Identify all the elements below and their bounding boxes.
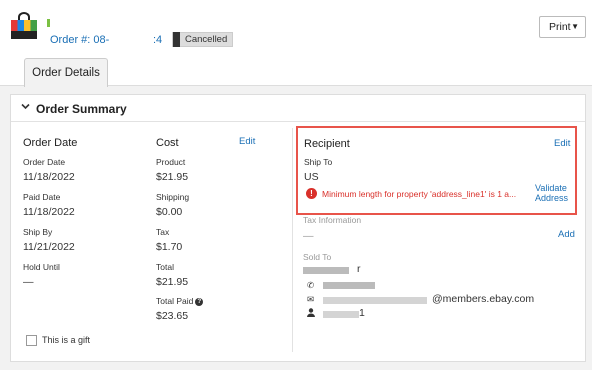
buyer-email-fragment: @members.ebay.com bbox=[432, 293, 535, 305]
paid-date-label: Paid Date bbox=[23, 192, 61, 202]
gift-label[interactable]: This is a gift bbox=[42, 335, 90, 345]
order-date-value: 11/18/2022 bbox=[23, 171, 75, 183]
ship-to-value: US bbox=[304, 171, 319, 183]
redacted-phone bbox=[323, 282, 375, 289]
recipient-heading: Recipient bbox=[304, 138, 350, 150]
address-error-message: Minimum length for property 'address_lin… bbox=[322, 189, 517, 199]
validate-label[interactable]: Validate bbox=[535, 183, 568, 193]
print-button[interactable]: Print ▼ bbox=[539, 16, 586, 38]
marketplace-indicator bbox=[47, 19, 50, 27]
order-number-link[interactable]: Order #: 08- :4 bbox=[50, 34, 162, 46]
total-paid-label-row: Total Paid? bbox=[156, 296, 204, 306]
column-divider bbox=[292, 128, 293, 352]
address-label[interactable]: Address bbox=[535, 193, 568, 203]
shipping-value: $0.00 bbox=[156, 206, 183, 218]
total-paid-label: Total Paid bbox=[156, 296, 194, 306]
chevron-down-icon[interactable] bbox=[21, 102, 30, 113]
caret-down-icon: ▼ bbox=[571, 22, 579, 31]
ship-to-label: Ship To bbox=[304, 157, 333, 167]
order-number-label[interactable]: Order #: 08- bbox=[50, 34, 109, 46]
recipient-edit-link[interactable]: Edit bbox=[554, 138, 570, 149]
hold-until-value: — bbox=[23, 276, 34, 288]
order-header: Order #: 08- :4 Cancelled Print ▼ Order … bbox=[0, 0, 592, 87]
redacted-name bbox=[303, 267, 349, 274]
user-icon bbox=[307, 308, 315, 319]
sold-to-heading: Sold To bbox=[303, 252, 332, 262]
ship-by-label: Ship By bbox=[23, 227, 53, 237]
buyer-username-fragment: 1 bbox=[359, 307, 365, 319]
total-paid-value: $23.65 bbox=[156, 310, 189, 322]
hold-until-label: Hold Until bbox=[23, 262, 60, 272]
print-label: Print bbox=[549, 21, 571, 33]
order-summary-panel: Order Summary Order Date Order Date 11/1… bbox=[10, 94, 586, 362]
gift-checkbox[interactable] bbox=[26, 335, 37, 346]
order-number-suffix[interactable]: :4 bbox=[153, 34, 162, 46]
order-date-heading: Order Date bbox=[23, 137, 78, 149]
ship-by-value: 11/21/2022 bbox=[23, 241, 75, 253]
tax-information-heading: Tax Information bbox=[303, 215, 362, 225]
buyer-name-fragment: r bbox=[357, 263, 361, 275]
order-summary-header[interactable]: Order Summary bbox=[11, 95, 585, 122]
order-date-label: Order Date bbox=[23, 157, 66, 167]
status-badge: Cancelled bbox=[172, 32, 234, 47]
tax-information-value: — bbox=[303, 230, 314, 242]
total-value: $21.95 bbox=[156, 276, 189, 288]
tax-add-link[interactable]: Add bbox=[558, 229, 575, 240]
tab-order-details[interactable]: Order Details bbox=[24, 58, 108, 87]
order-summary-title: Order Summary bbox=[36, 102, 127, 116]
error-icon: ! bbox=[306, 188, 317, 199]
product-label: Product bbox=[156, 157, 186, 167]
shopping-bag-logo-icon bbox=[11, 12, 37, 39]
cost-heading: Cost bbox=[156, 137, 179, 149]
phone-icon: ✆ bbox=[307, 280, 315, 290]
tax-label: Tax bbox=[156, 227, 170, 237]
shipping-label: Shipping bbox=[156, 192, 190, 202]
recipient-section: Recipient Edit Ship To US ! Minimum leng… bbox=[296, 126, 577, 215]
product-value: $21.95 bbox=[156, 171, 189, 183]
total-label: Total bbox=[156, 262, 174, 272]
info-icon[interactable]: ? bbox=[195, 298, 204, 306]
validate-address-link[interactable]: Validate Address bbox=[535, 183, 568, 203]
tax-value: $1.70 bbox=[156, 241, 183, 253]
cost-edit-link[interactable]: Edit bbox=[239, 136, 255, 147]
redacted-username bbox=[323, 311, 359, 318]
envelope-icon: ✉ bbox=[307, 294, 315, 304]
redacted-email bbox=[323, 297, 427, 304]
paid-date-value: 11/18/2022 bbox=[23, 206, 75, 218]
